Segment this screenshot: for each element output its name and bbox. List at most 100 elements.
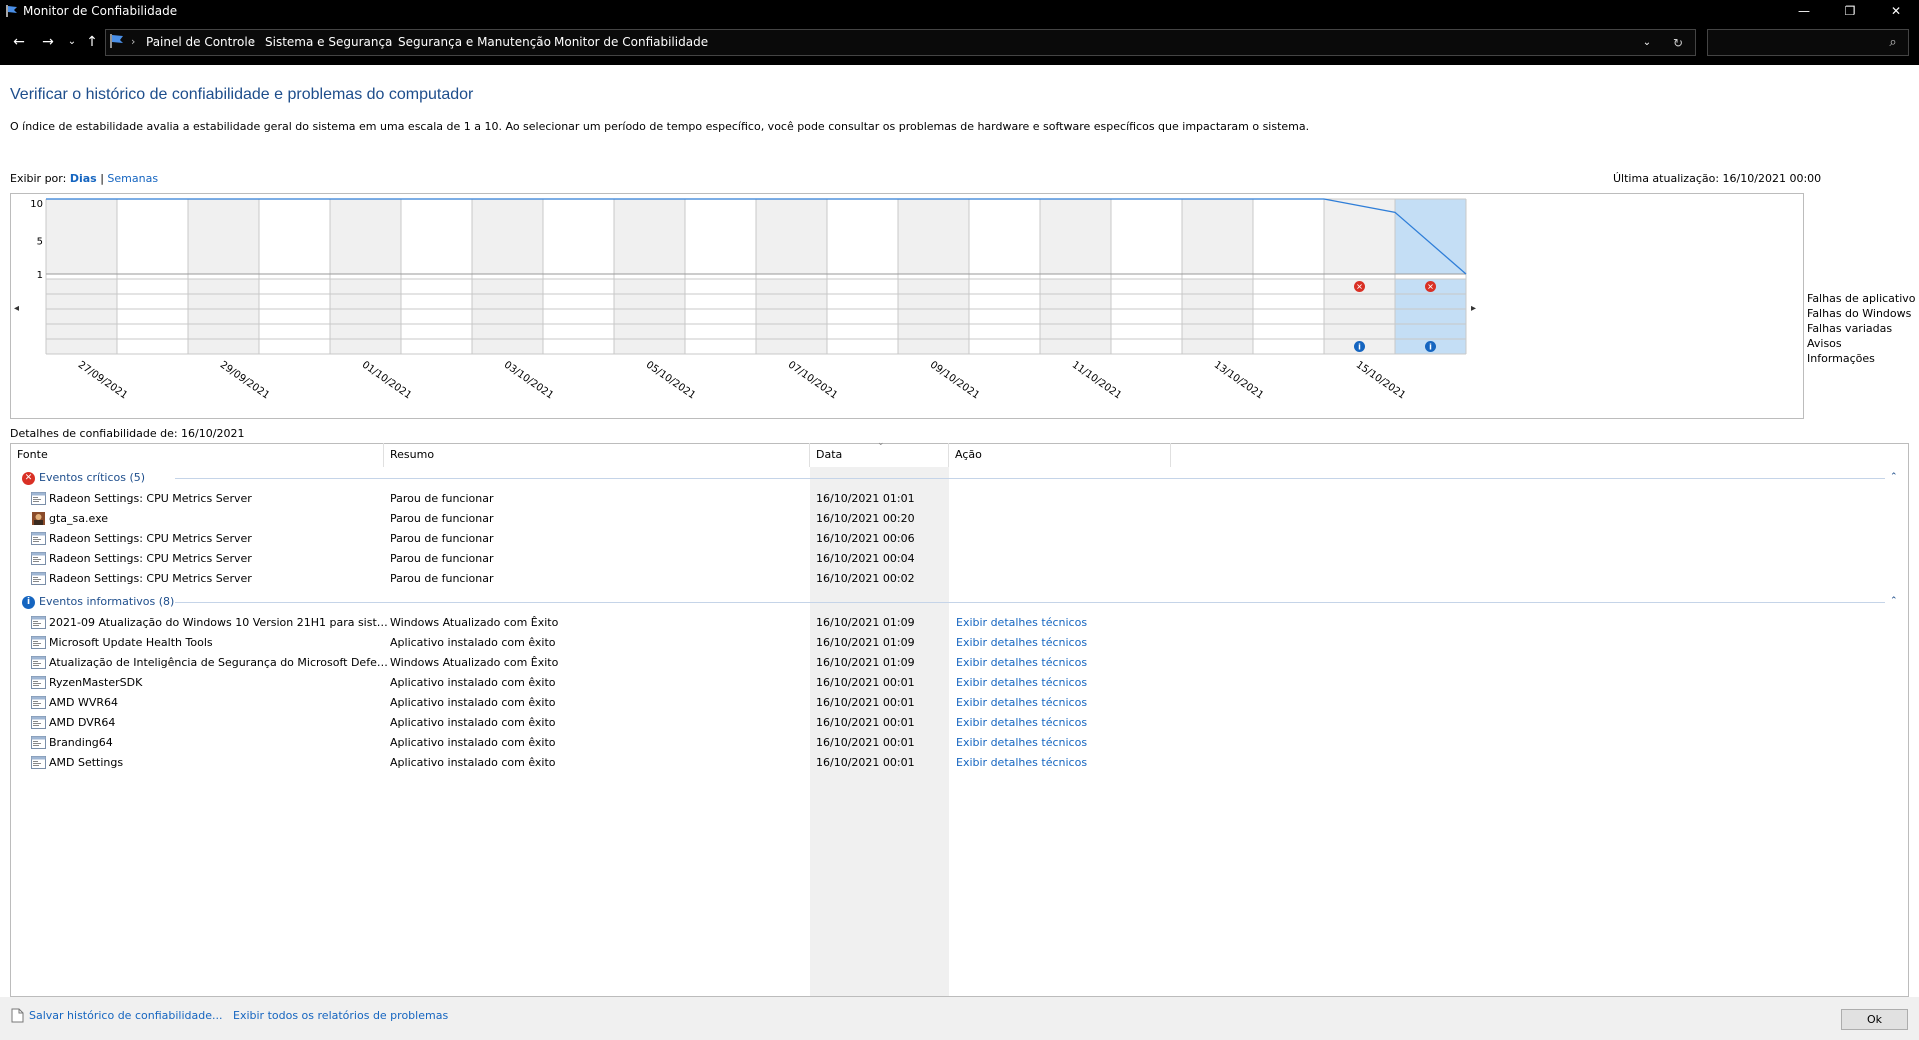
x-date-label: 15/10/2021 [1354, 359, 1408, 401]
row-summary: Parou de funcionar [390, 552, 494, 565]
app-window-icon [31, 572, 46, 585]
chart-day-column [46, 199, 117, 274]
legend-falhas-variadas: Falhas variadas [1807, 322, 1893, 335]
minimize-button[interactable]: — [1781, 0, 1827, 22]
app-window-icon [31, 736, 46, 749]
app-window-icon [31, 636, 46, 649]
critical-events-collapse-icon[interactable]: ⌃ [1890, 472, 1898, 482]
row-source: gta_sa.exe [49, 512, 109, 525]
chart-day-column [969, 199, 1040, 274]
chart-day-column [1395, 199, 1466, 274]
legend-falhas-do-windows: Falhas do Windows [1807, 307, 1912, 320]
view-technical-details-link[interactable]: Exibir detalhes técnicos [956, 656, 1087, 669]
row-summary: Aplicativo instalado com êxito [390, 636, 556, 649]
view-all-reports-link[interactable]: Exibir todos os relatórios de problemas [233, 1009, 448, 1022]
maximize-button[interactable]: ❐ [1827, 0, 1873, 22]
title-bar: Monitor de Confiabilidade — ❐ ✕ [0, 0, 1919, 22]
recent-locations-icon[interactable]: ⌄ [62, 31, 82, 53]
chart-day-column [188, 199, 259, 274]
view-technical-details-link[interactable]: Exibir detalhes técnicos [956, 716, 1087, 729]
y-tick-label: 5 [37, 237, 43, 248]
view-technical-details-link[interactable]: Exibir detalhes técnicos [956, 736, 1087, 749]
chart-day-column [1253, 199, 1324, 274]
save-history-link[interactable]: Salvar histórico de confiabilidade... [29, 1009, 222, 1022]
table-row[interactable]: Atualização de Inteligência de Segurança… [10, 653, 1908, 673]
critical-events-icon: ✕ [22, 472, 35, 485]
info-events-collapse-icon[interactable]: ⌃ [1890, 596, 1898, 606]
back-icon[interactable]: ← [9, 31, 29, 53]
x-date-label: 01/10/2021 [360, 359, 414, 401]
chart-scroll-left-icon[interactable]: ◂ [14, 303, 19, 314]
x-date-label: 03/10/2021 [502, 359, 556, 401]
chart-day-column [614, 199, 685, 274]
row-summary: Windows Atualizado com Êxito [390, 616, 559, 629]
view-technical-details-link[interactable]: Exibir detalhes técnicos [956, 616, 1087, 629]
chart-day-column [1040, 279, 1111, 354]
row-summary: Windows Atualizado com Êxito [390, 656, 559, 669]
info-events-header[interactable]: Eventos informativos (8) [39, 595, 174, 608]
view-technical-details-link[interactable]: Exibir detalhes técnicos [956, 696, 1087, 709]
row-summary: Parou de funcionar [390, 532, 494, 545]
chart-day-column [472, 279, 543, 354]
table-row[interactable]: Radeon Settings: CPU Metrics Server Parou… [10, 529, 1908, 549]
flag-icon [6, 5, 17, 17]
table-row[interactable]: Branding64 Aplicativo instalado com êxito… [10, 733, 1908, 753]
address-dropdown-icon[interactable]: ⌄ [1637, 32, 1657, 54]
table-row[interactable]: Radeon Settings: CPU Metrics Server Parou… [10, 489, 1908, 509]
row-date: 16/10/2021 00:02 [816, 572, 915, 585]
breadcrumb-painel-de-controle[interactable]: Painel de Controle [146, 35, 255, 49]
view-technical-details-link[interactable]: Exibir detalhes técnicos [956, 756, 1087, 769]
chart-day-column [1111, 279, 1182, 354]
row-source: 2021-09 Atualização do Windows 10 Versio… [49, 616, 391, 629]
x-date-label: 09/10/2021 [928, 359, 982, 401]
legend-avisos: Avisos [1807, 337, 1842, 350]
view-by-days-link[interactable]: Dias [70, 172, 97, 185]
breadcrumb-seguranca-e-manutencao[interactable]: Segurança e Manutenção [398, 35, 551, 49]
table-row[interactable]: gta_sa.exe Parou de funcionar 16/10/2021 0… [10, 509, 1908, 529]
chart-day-column [401, 279, 472, 354]
column-header-summary[interactable]: Resumo [384, 443, 810, 467]
table-row[interactable]: Microsoft Update Health Tools Aplicativo … [10, 633, 1908, 653]
x-date-label: 07/10/2021 [786, 359, 840, 401]
app-window-icon [31, 696, 46, 709]
column-header-source[interactable]: Fonte [11, 443, 384, 467]
ok-button[interactable]: Ok [1841, 1009, 1908, 1030]
chart-day-column [614, 279, 685, 354]
chart-day-column [1182, 199, 1253, 274]
view-by-weeks-link[interactable]: Semanas [107, 172, 158, 185]
row-date: 16/10/2021 00:01 [816, 696, 915, 709]
table-row[interactable]: AMD DVR64 Aplicativo instalado com êxito 1… [10, 713, 1908, 733]
forward-icon[interactable]: → [38, 31, 58, 53]
table-row[interactable]: Radeon Settings: CPU Metrics Server Parou… [10, 549, 1908, 569]
save-document-icon [11, 1008, 24, 1023]
chart-day-column [898, 199, 969, 274]
column-header-action[interactable]: Ação [949, 443, 1171, 467]
refresh-icon[interactable]: ↻ [1668, 32, 1688, 54]
table-row[interactable]: AMD Settings Aplicativo instalado com êxi… [10, 753, 1908, 773]
chart-day-column [259, 279, 330, 354]
view-by-label: Exibir por: [10, 172, 67, 185]
view-technical-details-link[interactable]: Exibir detalhes técnicos [956, 676, 1087, 689]
critical-events-header[interactable]: Eventos críticos (5) [39, 471, 145, 484]
y-tick-label: 10 [30, 199, 43, 210]
search-input[interactable] [1707, 29, 1909, 56]
row-date: 16/10/2021 00:04 [816, 552, 915, 565]
reliability-chart[interactable]: 10 5 1 ✕ ✕ i i 27/09/2021 29/09/2021 01/10/2021 03… [10, 193, 1804, 419]
row-summary: Parou de funcionar [390, 512, 494, 525]
breadcrumb-sistema-e-seguranca[interactable]: Sistema e Segurança [265, 35, 392, 49]
table-row[interactable]: 2021-09 Atualização do Windows 10 Versio… [10, 613, 1908, 633]
table-row[interactable]: RyzenMasterSDK Aplicativo instalado com ê… [10, 673, 1908, 693]
view-technical-details-link[interactable]: Exibir detalhes técnicos [956, 636, 1087, 649]
row-source: Radeon Settings: CPU Metrics Server [49, 552, 252, 565]
breadcrumb-monitor-de-confiabilidade[interactable]: Monitor de Confiabilidade [554, 35, 708, 49]
row-summary: Parou de funcionar [390, 492, 494, 505]
chart-error-icon-glyph: ✕ [1427, 283, 1434, 292]
last-update: Última atualização: 16/10/2021 00:00 [1613, 172, 1822, 185]
table-row[interactable]: AMD WVR64 Aplicativo instalado com êxito 1… [10, 693, 1908, 713]
search-icon[interactable]: ⌕ [1883, 32, 1903, 54]
chart-scroll-right-icon[interactable]: ▸ [1471, 303, 1476, 314]
close-button[interactable]: ✕ [1873, 0, 1919, 22]
up-icon[interactable]: ↑ [82, 31, 102, 53]
row-source: RyzenMasterSDK [49, 676, 143, 689]
table-row[interactable]: Radeon Settings: CPU Metrics Server Parou… [10, 569, 1908, 589]
